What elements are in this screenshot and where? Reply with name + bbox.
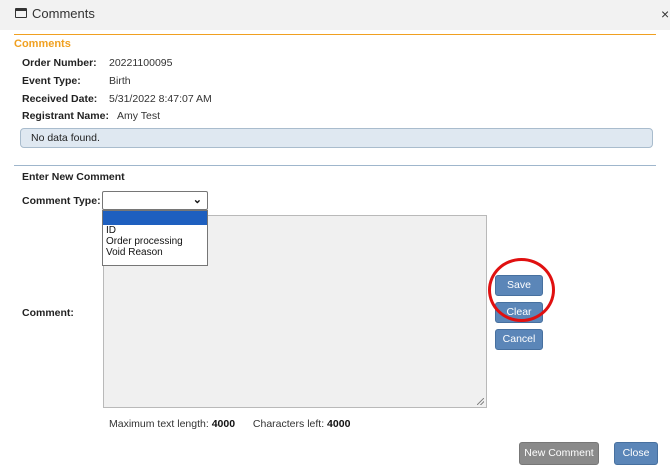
chevron-down-icon[interactable]: ⌄: [193, 193, 202, 206]
highlight-circle: [488, 258, 555, 322]
event-type-label: Event Type:: [22, 75, 81, 87]
dialog-title: Comments: [32, 6, 95, 21]
comments-grid-empty: No data found.: [20, 128, 653, 148]
form-divider: [14, 165, 656, 166]
dialog-titlebar: Comments ×: [0, 0, 670, 30]
comment-type-dropdown[interactable]: ID Order processing Void Reason: [102, 210, 208, 266]
resize-handle-icon[interactable]: [477, 398, 484, 405]
dropdown-option-order-processing[interactable]: Order processing: [103, 236, 207, 247]
max-length-label: Maximum text length:: [109, 418, 209, 430]
order-number-label: Order Number:: [22, 57, 97, 69]
event-type-value: Birth: [109, 75, 131, 87]
chars-left-label: Characters left:: [252, 418, 325, 430]
received-date-value: 5/31/2022 8:47:07 AM: [109, 93, 212, 105]
close-button[interactable]: Close: [614, 442, 658, 465]
section-title: Comments: [14, 38, 71, 50]
order-number-value: 20221100095: [109, 57, 173, 69]
window-icon: [15, 8, 27, 18]
close-icon[interactable]: ×: [661, 6, 669, 22]
max-length-value: 4000: [211, 418, 236, 430]
registrant-name-label: Registrant Name:: [22, 110, 109, 122]
received-date-label: Received Date:: [22, 93, 98, 105]
dropdown-option-void-reason[interactable]: Void Reason: [103, 247, 207, 258]
new-comment-button[interactable]: New Comment: [519, 442, 599, 465]
cancel-button[interactable]: Cancel: [495, 329, 543, 350]
text-length-info: Maximum text length: 4000 Characters lef…: [109, 418, 350, 430]
dropdown-option-id[interactable]: ID: [103, 225, 207, 236]
registrant-name-value: Amy Test: [117, 110, 160, 122]
chars-left-value: 4000: [327, 418, 351, 430]
comment-label: Comment:: [22, 307, 74, 319]
comment-type-select[interactable]: ⌄: [102, 191, 208, 210]
section-divider: [14, 34, 656, 35]
new-comment-title: Enter New Comment: [22, 171, 125, 183]
comment-type-label: Comment Type:: [22, 195, 101, 207]
dropdown-option-blank[interactable]: [103, 211, 207, 225]
